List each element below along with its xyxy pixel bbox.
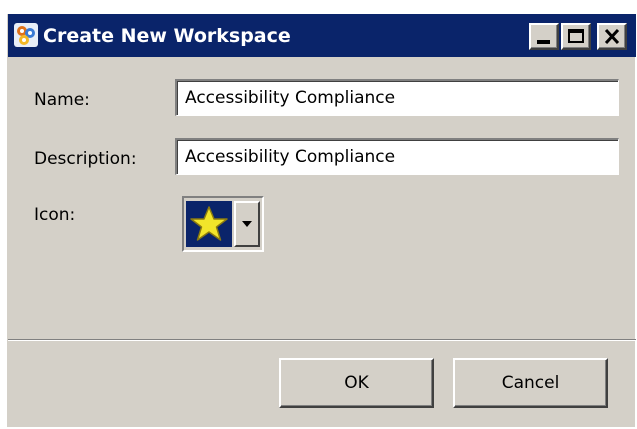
selected-icon-preview[interactable] (186, 201, 232, 247)
maximize-button[interactable] (561, 23, 591, 50)
name-input[interactable] (175, 79, 619, 116)
icon-dropdown-button[interactable] (234, 201, 260, 247)
star-icon (190, 206, 228, 241)
cancel-button[interactable]: Cancel (453, 358, 608, 408)
chevron-down-icon (242, 221, 252, 227)
create-workspace-dialog: Create New Workspace Name: Description: … (7, 14, 636, 427)
minimize-icon (537, 40, 550, 44)
window-title: Create New Workspace (43, 25, 291, 47)
workspace-app-icon (14, 23, 38, 47)
close-icon (604, 29, 620, 44)
title-bar[interactable]: Create New Workspace (8, 14, 636, 57)
close-button[interactable] (597, 23, 627, 50)
description-input[interactable] (175, 138, 619, 175)
maximize-icon (568, 29, 584, 43)
button-separator (8, 339, 636, 341)
icon-label: Icon: (34, 205, 76, 225)
minimize-button[interactable] (529, 23, 559, 50)
icon-picker[interactable] (182, 196, 264, 252)
description-label: Description: (34, 149, 137, 169)
name-label: Name: (34, 90, 90, 110)
ok-button[interactable]: OK (279, 358, 434, 408)
